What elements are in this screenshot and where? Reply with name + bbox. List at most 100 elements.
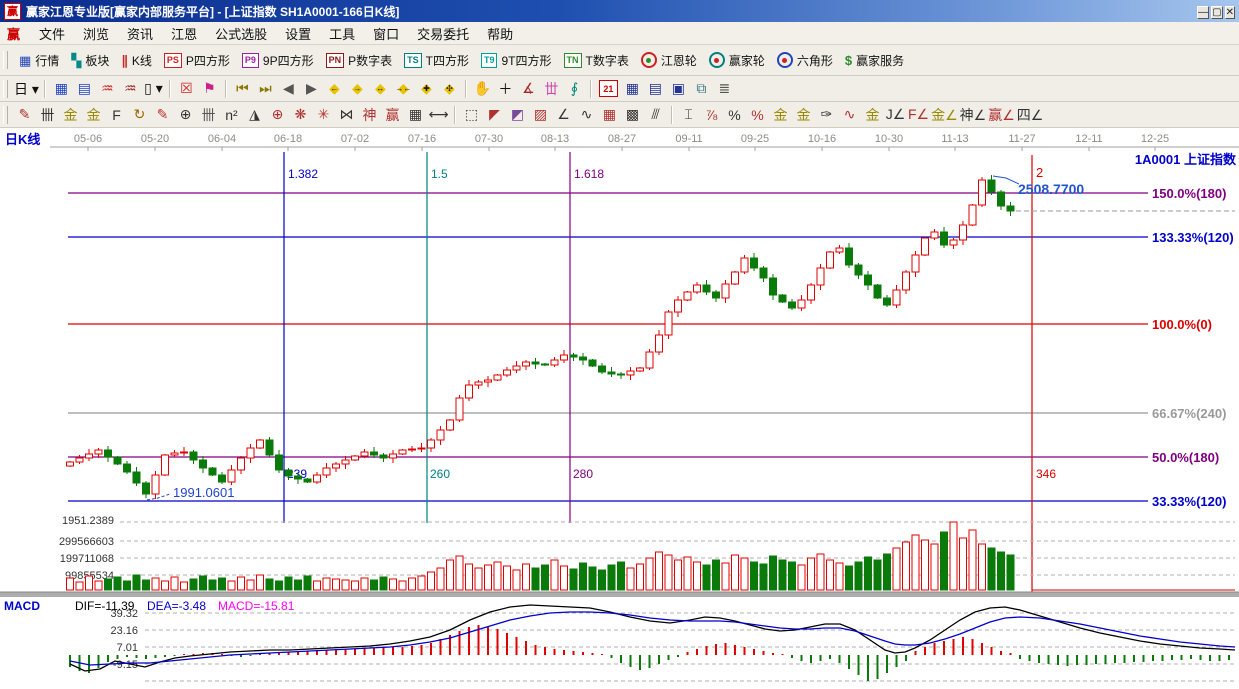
menu-item-5[interactable]: 设置 [276,22,320,45]
circle-target-button[interactable]: ⊕ [266,105,289,125]
menu-item-2[interactable]: 资讯 [118,22,162,45]
t-number-button[interactable]: TNT数字表 [558,50,635,71]
gann-line-button[interactable]: ⋈ [335,105,358,125]
chart-area[interactable]: 05-0605-2006-0406-1807-0207-1607-3008-13… [0,128,1239,684]
kline-period-button[interactable]: 日 ▾ [13,79,40,99]
n2-grid-button[interactable]: n² [220,105,243,125]
crosshair-button[interactable]: ＋ [494,79,517,99]
winner-service-button[interactable]: $赢家服务 [839,50,910,71]
menu-item-4[interactable]: 公式选股 [206,22,276,45]
angle-f-button[interactable]: F∠ [907,105,930,125]
dense-comb-button[interactable]: 卌 [197,105,220,125]
fan-lines-button[interactable]: ◤ [483,105,506,125]
print-button[interactable]: ≣ [713,79,736,99]
gann-x-button[interactable]: ☒ [175,79,198,99]
p-number-button[interactable]: PNP数字表 [320,50,399,71]
gold-underline-button[interactable]: 金 [861,105,884,125]
web-square-button[interactable]: ▨ [529,105,552,125]
sectors-button[interactable]: ▚板块 [65,50,115,71]
ellipse-grid-button[interactable]: ⊕ [174,105,197,125]
winner-wheel-button[interactable]: 赢家轮 [703,50,771,71]
spiral-button[interactable]: ↻ [128,105,151,125]
quotes-button[interactable]: ▦行情 [13,50,65,71]
t-square-button[interactable]: TST四方形 [398,50,475,71]
grid-red-button[interactable]: ▦ [598,105,621,125]
fan-grid-button[interactable]: ◩ [506,105,529,125]
grid-black-button[interactable]: ▩ [621,105,644,125]
gann-wheel-button[interactable]: 江恩轮 [635,50,703,71]
nav-next-button[interactable]: ▶ [300,79,323,99]
candle-style-button[interactable]: ▯ ▾ [142,79,165,99]
zoom-right-button[interactable]: ◆→ [346,79,369,99]
menu-item-1[interactable]: 浏览 [74,22,118,45]
menu-item-6[interactable]: 工具 [320,22,364,45]
menu-item-3[interactable]: 江恩 [162,22,206,45]
angle-si-button[interactable]: 四∠ [1016,105,1045,125]
hatch-button[interactable]: ⫻ [644,105,667,125]
gann-gold-grid-button[interactable]: 金 [59,105,82,125]
web-tool-button[interactable]: ❋ [289,105,312,125]
report-button[interactable]: ▤ [644,79,667,99]
ying-grid-button[interactable]: 赢 [381,105,404,125]
gann-gold-grid2-button[interactable]: 金 [82,105,105,125]
menu-item-7[interactable]: 窗口 [364,22,408,45]
wave-overlap-button[interactable]: ∿ [838,105,861,125]
angle-ying-button[interactable]: 赢∠ [987,105,1016,125]
pen-note-button[interactable]: ✑ [815,105,838,125]
line-gold-button[interactable]: 金 [792,105,815,125]
angle-j-button[interactable]: J∠ [884,105,907,125]
angle-shen-button[interactable]: 神∠ [959,105,988,125]
zoom-horizontal-button[interactable]: ◆↔ [369,79,392,99]
percent-line-button[interactable]: % [746,105,769,125]
pen-red-button[interactable]: ✎ [151,105,174,125]
ray-lines-button[interactable]: ∠ [552,105,575,125]
minimize-button[interactable]: — [1197,6,1209,19]
calendar-button[interactable]: 21 [599,80,618,97]
angle-mirror-button[interactable]: ◮ [243,105,266,125]
full-view-button[interactable]: ◆✣ [438,79,461,99]
angle-gold-button[interactable]: 金∠ [930,105,959,125]
kline-button[interactable]: ∥K线 [115,50,158,71]
nav-prev-button[interactable]: ◀ [277,79,300,99]
hand-tool-button[interactable]: ✋ [471,79,494,99]
p-square-button[interactable]: PSP四方形 [158,50,236,71]
wave-3-button[interactable]: ♒ [96,79,119,99]
compress-button[interactable]: ◆→← [392,79,415,99]
ruler-123-button[interactable]: ▦ [404,105,427,125]
menu-item-9[interactable]: 帮助 [478,22,522,45]
capture-button[interactable]: ⧉ [690,79,713,99]
menu-item-0[interactable]: 文件 [30,22,74,45]
comb-grid-button[interactable]: 卌 [36,105,59,125]
bars-tool-button[interactable]: ⌶ [677,105,700,125]
maximize-button[interactable]: ▢ [1211,6,1222,19]
pattern-tool-button[interactable]: ▦ [50,79,73,99]
pen-tool-button[interactable]: ✎ [13,105,36,125]
calculator-button[interactable]: ▦ [621,79,644,99]
circle-gold-button[interactable]: 金 [769,105,792,125]
angle-tool-button[interactable]: ∡ [517,79,540,99]
fib-tool-button[interactable]: ∮ [563,79,586,99]
zoom-left-button[interactable]: ◆← [323,79,346,99]
save-button[interactable]: ▣ [667,79,690,99]
nav-first-button[interactable]: ⏮ [231,79,254,99]
zigzag-button[interactable]: ∿ [575,105,598,125]
close-button[interactable]: ✕ [1225,6,1235,19]
wave-9-button[interactable]: ♒ [119,79,142,99]
kline-chart-svg[interactable]: 05-0605-2006-0406-1807-0207-1607-3008-13… [0,128,1239,684]
menu-item-8[interactable]: 交易委托 [408,22,478,45]
expand-button[interactable]: ◆✚ [415,79,438,99]
hexagon-button[interactable]: 六角形 [771,50,839,71]
gann-shape-button[interactable]: 丗 [540,79,563,99]
shen-grid-button[interactable]: 神 [358,105,381,125]
percent-7-button[interactable]: ⅞ [700,105,723,125]
width-measure-button[interactable]: ⟷ [427,105,450,125]
box-select-button[interactable]: ⬚ [460,105,483,125]
nav-last-button[interactable]: ⏭ [254,79,277,99]
percent-button[interactable]: % [723,105,746,125]
clipboard-button[interactable]: ▤ [73,79,96,99]
t9-square-button[interactable]: T99T四方形 [475,50,558,71]
color-trend-button[interactable]: ⚑ [198,79,221,99]
p9-square-button[interactable]: P99P四方形 [236,50,320,71]
f-grid-button[interactable]: F [105,105,128,125]
web-grid-button[interactable]: ✳ [312,105,335,125]
